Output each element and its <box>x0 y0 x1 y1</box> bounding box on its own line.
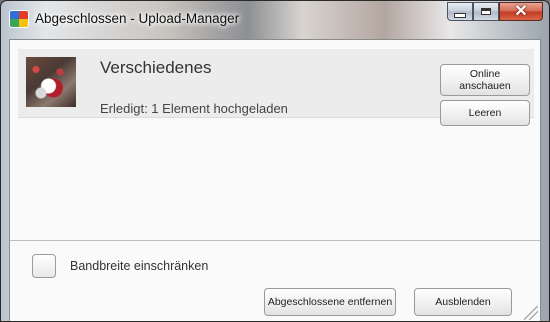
footer-divider <box>10 240 540 241</box>
view-online-button[interactable]: Online anschauen <box>440 64 530 96</box>
upload-status: Erledigt: 1 Element hochgeladen <box>100 101 288 116</box>
maximize-button[interactable] <box>473 2 499 21</box>
remove-completed-button[interactable]: Abgeschlossene entfernen <box>264 288 396 316</box>
upload-item: Verschiedenes Erledigt: 1 Element hochge… <box>18 49 534 126</box>
hide-button[interactable]: Ausblenden <box>414 288 512 316</box>
close-icon: ✕ <box>514 2 528 20</box>
maximize-icon <box>481 8 491 15</box>
close-button[interactable]: ✕ <box>499 2 543 21</box>
minimize-button[interactable] <box>447 2 473 21</box>
resize-grip[interactable] <box>524 306 538 320</box>
window-title: Abgeschlossen - Upload-Manager <box>35 11 240 26</box>
client-area: Verschiedenes Erledigt: 1 Element hochge… <box>9 39 541 321</box>
caption-buttons: ✕ <box>447 2 543 22</box>
bandwidth-checkbox[interactable] <box>32 254 56 278</box>
album-title: Verschiedenes <box>100 58 212 77</box>
bandwidth-label: Bandbreite einschränken <box>70 259 209 273</box>
album-thumbnail <box>26 57 76 107</box>
title-bar[interactable]: Abgeschlossen - Upload-Manager ✕ <box>1 1 549 39</box>
upload-manager-window: Abgeschlossen - Upload-Manager ✕ Verschi… <box>0 0 550 322</box>
app-icon <box>9 10 29 28</box>
minimize-icon <box>454 13 466 18</box>
clear-button[interactable]: Leeren <box>440 100 530 126</box>
